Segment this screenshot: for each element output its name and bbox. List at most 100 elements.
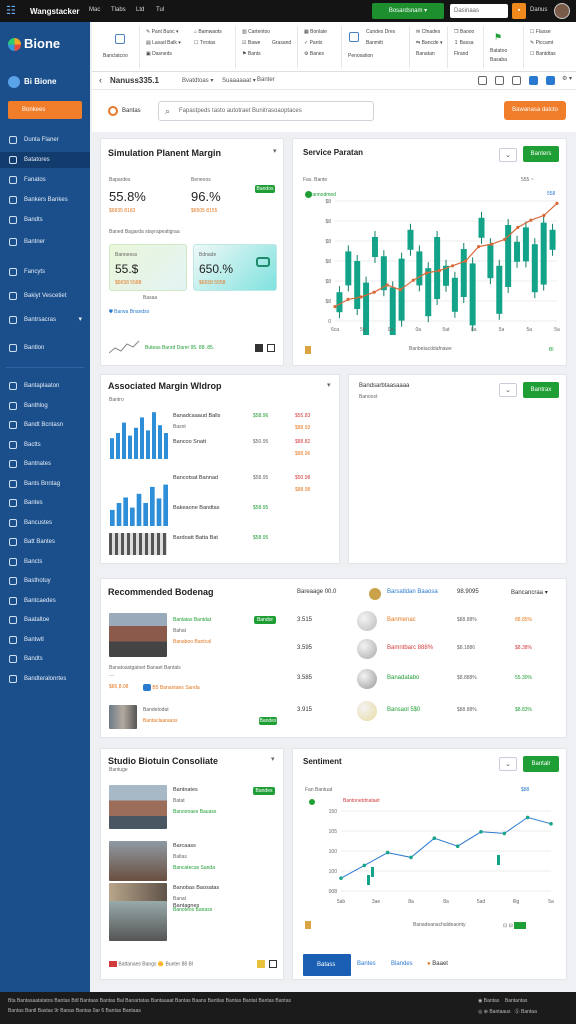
ribbon-item[interactable]: ⇆ Bancde ▾	[416, 40, 442, 46]
assoc-row-name[interactable]: Bancoo Snatt	[173, 439, 206, 445]
card-menu-icon[interactable]: ▾	[271, 755, 275, 763]
search-action-button[interactable]: Bawanasa dalcto	[504, 101, 566, 120]
studio-title[interactable]: Bantnates	[173, 787, 198, 793]
assoc-row-name[interactable]: Banadcaaaud Balls	[173, 413, 220, 419]
sidebar-item[interactable]: Bantwtl	[0, 632, 90, 648]
transfer-icon[interactable]	[349, 32, 359, 42]
ribbon-item[interactable]: ✎ Pant Buoc ▾	[146, 29, 179, 35]
copy-icon[interactable]	[495, 76, 504, 85]
sidebar-item[interactable]: Bantes	[0, 495, 90, 511]
bando-action-button[interactable]: Bantrax	[523, 382, 559, 398]
studio-title[interactable]: Barcaass	[173, 843, 196, 849]
sidebar-item[interactable]: Bandts	[0, 651, 90, 667]
sidebar-item[interactable]: Batatores	[0, 152, 90, 168]
exchange-filter[interactable]: Bancancraa ▾	[511, 589, 548, 596]
tab[interactable]: Blandes	[391, 961, 413, 967]
ribbon-item[interactable]: ☐ Flasse	[530, 29, 551, 35]
sidebar-item[interactable]: Batt Bantes	[0, 534, 90, 550]
sidebar-item[interactable]: Banthlog	[0, 398, 90, 414]
exchange-name[interactable]: Bamntbarc 888%	[387, 645, 433, 651]
rec-title[interactable]: Bandetodat	[143, 707, 169, 713]
breadcrumb-item[interactable]: Suaaaaaat ▾	[222, 77, 256, 84]
sidebar-item[interactable]: Bantcaedes	[0, 593, 90, 609]
tile-teal[interactable]: Bdnade 650.% $6658 5558	[193, 244, 277, 291]
sidebar-item[interactable]: Bancustes	[0, 515, 90, 531]
studio-title[interactable]: Banobas Baosatas	[173, 885, 219, 891]
card-menu-icon[interactable]: ▾	[327, 381, 331, 389]
dropdown-button[interactable]: ⌄	[499, 757, 517, 771]
assoc-row-name[interactable]: Bardoatt Batta Bat	[173, 535, 218, 541]
ribbon-item[interactable]: ▦ Bonlate	[304, 29, 327, 35]
sidebar-item[interactable]: Fancyts	[0, 264, 90, 280]
tab[interactable]: Bantes	[357, 961, 376, 967]
ribbon-item[interactable]: ☐ Bantdtas	[530, 51, 556, 57]
sidebar-item[interactable]: Dunta Flaner	[0, 132, 90, 148]
rec-title[interactable]: Banatoastgatoet Banaet Bantals	[109, 665, 181, 671]
primary-action-button[interactable]: Bosardsnam ▾	[372, 3, 444, 19]
top-search-input[interactable]: Dasinaas	[450, 4, 508, 18]
ribbon-item[interactable]: ↧ Bassa	[454, 40, 474, 46]
sidebar-cta-button[interactable]: Bonkees	[8, 101, 82, 119]
ribbon-item[interactable]: ✎ Piccamt	[530, 40, 553, 46]
sidebar-item[interactable]: Bandt Bcntasn	[0, 417, 90, 433]
sidebar-item[interactable]: Bandts	[0, 212, 90, 228]
tile-green[interactable]: Banneess 55.$ $6658 5588	[109, 244, 187, 291]
green-flag-icon[interactable]: ⚑	[494, 32, 502, 43]
sidebar-item[interactable]: Baataltoe	[0, 612, 90, 628]
breadcrumb-item[interactable]: Banter	[257, 77, 275, 83]
sidebar-item[interactable]: Bantrsacras ▾	[0, 312, 90, 328]
assoc-row-name[interactable]: Bakeaone Bandtas	[173, 505, 219, 511]
ribbon-item[interactable]: ⌂ Bamwaots	[194, 29, 222, 35]
menu-item[interactable]: Tul	[156, 7, 164, 13]
sidebar-item[interactable]: Bantnates	[0, 456, 90, 472]
exchange-name[interactable]: Bansaol 5$0	[387, 707, 420, 713]
ribbon-item[interactable]: Basaba	[490, 57, 507, 63]
breadcrumb-item[interactable]: Bvatdtoas ▾	[182, 77, 213, 84]
sidebar-item[interactable]: Bandteralonrtes	[0, 671, 90, 687]
assoc-row-name[interactable]: Bancotsat Bannad	[173, 475, 218, 481]
back-icon[interactable]: ‹	[99, 75, 102, 85]
sidebar-item[interactable]: Bactts	[0, 437, 90, 453]
home-icon[interactable]	[115, 34, 125, 44]
ribbon-item[interactable]: ☐ Trrotas	[194, 40, 215, 46]
sidebar-item[interactable]: Bants Bnntag	[0, 476, 90, 492]
ribbon-item[interactable]: ✉ Cfnades	[416, 29, 440, 35]
ribbon-item[interactable]: Flrand	[454, 51, 468, 57]
search-input[interactable]: Fapastpeds tasto autotraet Bunitrasoaopt…	[158, 101, 374, 121]
ribbon-item[interactable]: ▤ Laxad Balk ▾	[146, 40, 181, 46]
ribbon-item[interactable]: ▣ Dasneds	[146, 51, 172, 57]
rec-title[interactable]: Banlatas Bantdat	[173, 617, 211, 623]
tab[interactable]: ● Baaet	[427, 961, 448, 967]
settings-icon[interactable]	[546, 76, 555, 85]
share-icon[interactable]	[529, 76, 538, 85]
dropdown-button[interactable]: ⌄	[499, 383, 517, 397]
ribbon-item[interactable]: Banatan	[416, 51, 435, 57]
menu-item[interactable]: Mac	[89, 7, 100, 13]
ribbon-item[interactable]: ⚑ Bants	[242, 51, 261, 57]
avatar[interactable]	[554, 3, 570, 19]
square-icon[interactable]	[255, 344, 263, 352]
sidebar-item[interactable]: Bantaplaaton	[0, 378, 90, 394]
sidebar-item[interactable]: Bantner	[0, 234, 90, 250]
ribbon-item[interactable]: ✓ Pants	[304, 40, 322, 46]
sentiment-action-button[interactable]: Bantalr	[523, 756, 559, 772]
sidebar-item[interactable]: Basthotuy	[0, 573, 90, 589]
tab-active[interactable]: Batass	[303, 954, 351, 976]
ribbon-item[interactable]: ▥ Cartentoo	[242, 29, 270, 35]
square-icon[interactable]	[269, 960, 277, 968]
card-menu-icon[interactable]: ▾	[273, 147, 277, 155]
ribbon-item[interactable]: Cundes Dres	[366, 29, 395, 35]
menu-item[interactable]: Tlabs	[111, 7, 126, 13]
ribbon-item[interactable]: Batatoo	[490, 48, 507, 54]
sidebar-item[interactable]: Bantlon	[0, 340, 90, 356]
menu-item[interactable]: Ltd	[136, 7, 144, 13]
square-icon[interactable]	[267, 344, 275, 352]
ribbon-item[interactable]: Grasand	[272, 40, 291, 46]
gear-icon[interactable]: ⚙ ▾	[562, 75, 572, 82]
ribbon-item[interactable]: ☑ Bawe	[242, 40, 260, 46]
exchange-name[interactable]: Banadatabo	[387, 675, 419, 681]
ribbon-item[interactable]: Banmitt	[366, 40, 383, 46]
studio-title[interactable]: Bantagnes	[173, 903, 199, 909]
exchange-name[interactable]: Banmenac	[387, 617, 416, 623]
sidebar-item[interactable]: Bankers Bankes	[0, 192, 90, 208]
